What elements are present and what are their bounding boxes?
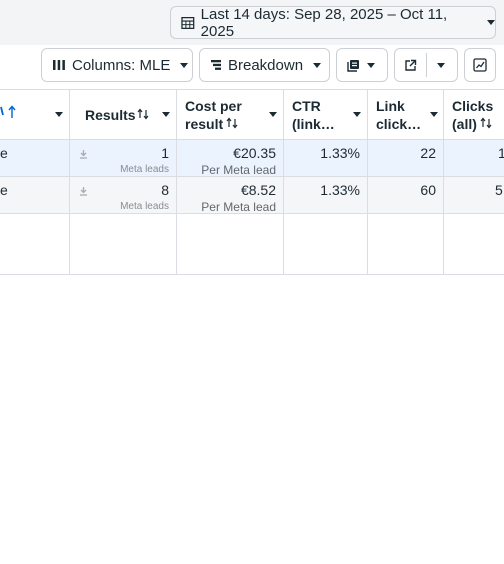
table-row[interactable]: e 1 Meta leads €20.35 Per Meta lead 1.33… — [0, 140, 504, 177]
download-icon — [80, 150, 87, 159]
breakdown-label: Breakdown — [228, 56, 304, 74]
chevron-down-icon — [313, 62, 322, 68]
column-header-clicks-all[interactable]: Clicks (all) — [444, 90, 504, 139]
cell-cost: €20.35 — [233, 145, 276, 161]
column-header-cost-per-result[interactable]: Cost per result — [177, 90, 283, 139]
link-header-line1: Link — [376, 98, 405, 114]
toolbar: Columns: MLE Breakdown — [0, 45, 504, 90]
column-divider — [283, 89, 284, 275]
cell-ctr: 1.33% — [320, 182, 360, 198]
column-header-link-clicks[interactable]: Link click… — [368, 90, 443, 139]
export-icon[interactable] — [404, 59, 417, 72]
column-header-ctr[interactable]: CTR (link… — [284, 90, 367, 139]
sort-icon[interactable] — [137, 108, 149, 120]
column-header-sorted[interactable] — [0, 90, 69, 139]
columns-label: Columns: MLE — [72, 56, 171, 74]
breakdown-button[interactable]: Breakdown — [199, 48, 330, 82]
cost-header-line1: Cost per — [185, 98, 242, 114]
divider — [426, 53, 427, 77]
clicks-header-line2: (all) — [452, 116, 477, 132]
cost-header-line2: result — [185, 116, 224, 132]
cell-results-sub: Meta leads — [120, 164, 169, 175]
column-menu-icon[interactable] — [430, 112, 438, 117]
ctr-header-line1: CTR — [292, 98, 321, 114]
column-divider — [443, 89, 444, 275]
column-menu-icon[interactable] — [353, 112, 361, 117]
cell-cost-sub: Per Meta lead — [201, 200, 276, 214]
cell-link-clicks: 22 — [420, 145, 436, 161]
top-bar: Last 14 days: Sep 28, 2025 – Oct 11, 202… — [0, 0, 504, 45]
chart-icon — [473, 58, 487, 72]
chevron-down-icon — [180, 62, 189, 68]
chevron-down-icon — [367, 62, 375, 68]
chevron-down-icon — [487, 20, 495, 25]
reports-icon — [347, 59, 359, 72]
column-menu-icon[interactable] — [55, 112, 63, 117]
calendar-icon — [181, 16, 195, 29]
results-header-label: Results — [85, 107, 136, 123]
column-divider — [69, 89, 70, 275]
export-button-group — [394, 48, 458, 82]
column-divider — [367, 89, 368, 275]
cell-prev: e — [0, 145, 8, 161]
date-range-button[interactable]: Last 14 days: Sep 28, 2025 – Oct 11, 202… — [170, 5, 496, 40]
data-table: Results Cost per result CTR (link… Link … — [0, 89, 504, 275]
column-menu-icon[interactable] — [162, 112, 170, 117]
cell-results: 1 — [161, 145, 169, 161]
table-header-row: Results Cost per result CTR (link… Link … — [0, 89, 504, 140]
clicks-header-line1: Clicks — [452, 98, 494, 114]
download-icon — [80, 187, 87, 196]
chevron-down-icon[interactable] — [437, 62, 445, 68]
cell-ctr: 1.33% — [320, 145, 360, 161]
reports-button[interactable] — [336, 48, 388, 82]
cell-results: 8 — [161, 182, 169, 198]
cell-link-clicks: 60 — [420, 182, 436, 198]
link-header-line2: click… — [376, 116, 422, 132]
sort-ascending-icon — [0, 105, 16, 118]
sort-icon[interactable] — [480, 117, 492, 129]
cell-clicks-all: 5 — [495, 182, 503, 198]
column-menu-icon[interactable] — [269, 112, 277, 117]
cell-cost-sub: Per Meta lead — [201, 163, 276, 177]
cell-results-sub: Meta leads — [120, 201, 169, 212]
table-footer-divider — [0, 274, 504, 275]
ctr-header-line2: (link… — [292, 116, 335, 132]
table-row[interactable]: e 8 Meta leads €8.52 Per Meta lead 1.33%… — [0, 177, 504, 214]
cell-prev: e — [0, 182, 8, 198]
cell-cost: €8.52 — [240, 182, 276, 198]
columns-button[interactable]: Columns: MLE — [41, 48, 193, 82]
sort-icon[interactable] — [226, 117, 238, 129]
date-range-label: Last 14 days: Sep 28, 2025 – Oct 11, 202… — [200, 5, 448, 40]
breakdown-icon — [211, 60, 221, 70]
cell-clicks-all: 1 — [498, 145, 504, 161]
columns-icon — [53, 60, 65, 70]
column-header-results[interactable]: Results — [70, 90, 176, 139]
charts-button[interactable] — [464, 48, 496, 82]
column-divider — [176, 89, 177, 275]
